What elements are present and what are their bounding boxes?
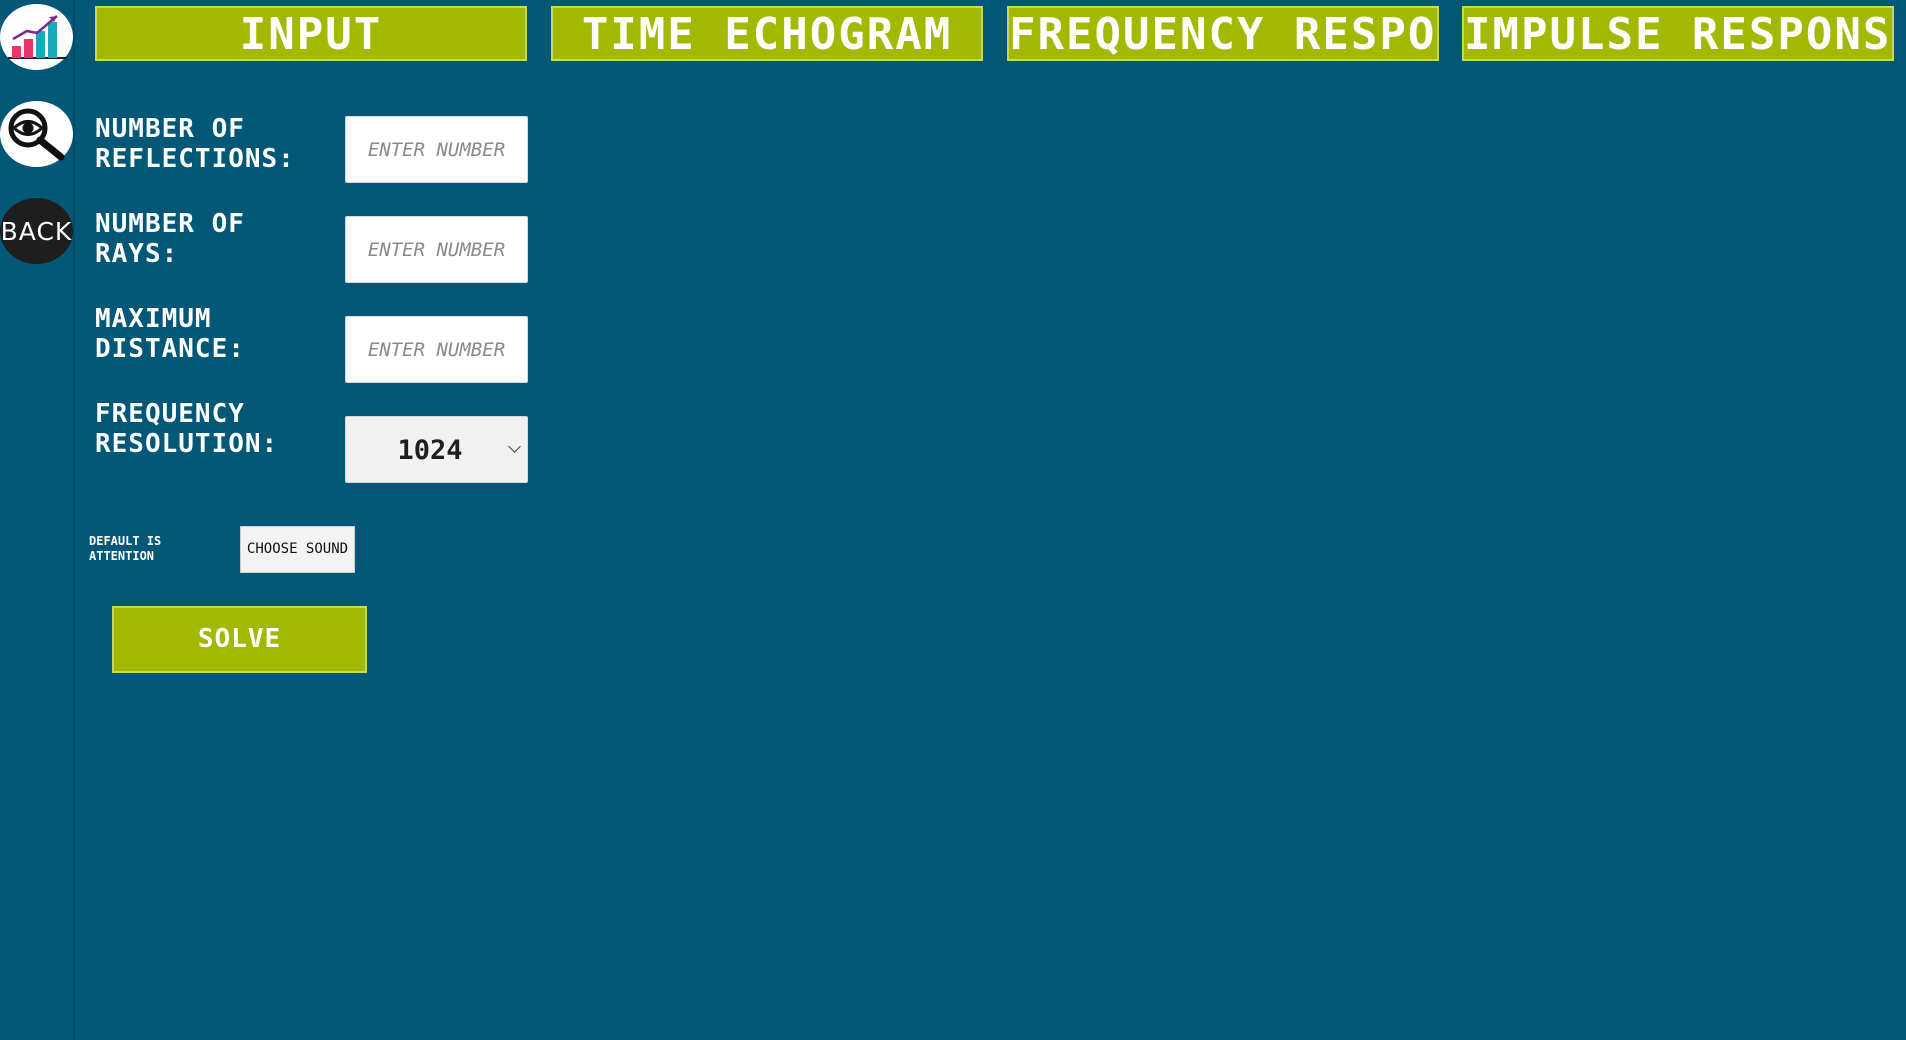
back-button[interactable]: BACK	[0, 198, 73, 264]
resolution-label: FREQUENCY RESOLUTION:	[95, 399, 279, 459]
reflections-input-box	[345, 116, 528, 183]
app-window: BACK INPUT TIME ECHOGRAM FREQUENCY RESPO…	[0, 0, 1906, 1040]
eye-magnifier-icon	[8, 108, 64, 161]
rays-input[interactable]	[346, 217, 527, 282]
sidebar: BACK	[0, 0, 75, 1040]
tab-impulse-response[interactable]: IMPULSE RESPONSE	[1462, 6, 1894, 61]
rays-input-box	[345, 216, 528, 283]
resolution-value: 1024	[397, 435, 463, 466]
search-nav-button[interactable]	[0, 101, 73, 167]
distance-label: MAXIMUM DISTANCE:	[95, 304, 245, 364]
distance-input-box	[345, 316, 528, 383]
back-label: BACK	[0, 216, 73, 246]
bar-chart-icon	[7, 15, 67, 59]
solve-button[interactable]: SOLVE	[112, 606, 367, 673]
chart-nav-button[interactable]	[0, 4, 73, 70]
reflections-input[interactable]	[346, 117, 527, 182]
distance-input[interactable]	[346, 317, 527, 382]
rays-label: NUMBER OF RAYS:	[95, 209, 245, 269]
tab-input[interactable]: INPUT	[95, 6, 527, 61]
default-sound-note: DEFAULT IS ATTENTION	[89, 534, 162, 563]
resolution-select[interactable]: 1024	[345, 416, 528, 483]
choose-sound-button[interactable]: CHOOSE SOUND	[240, 526, 355, 573]
tab-time-echogram[interactable]: TIME ECHOGRAM	[551, 6, 983, 61]
reflections-label: NUMBER OF REFLECTIONS:	[95, 114, 295, 174]
tab-frequency-response[interactable]: FREQUENCY RESPONSE	[1007, 6, 1439, 61]
